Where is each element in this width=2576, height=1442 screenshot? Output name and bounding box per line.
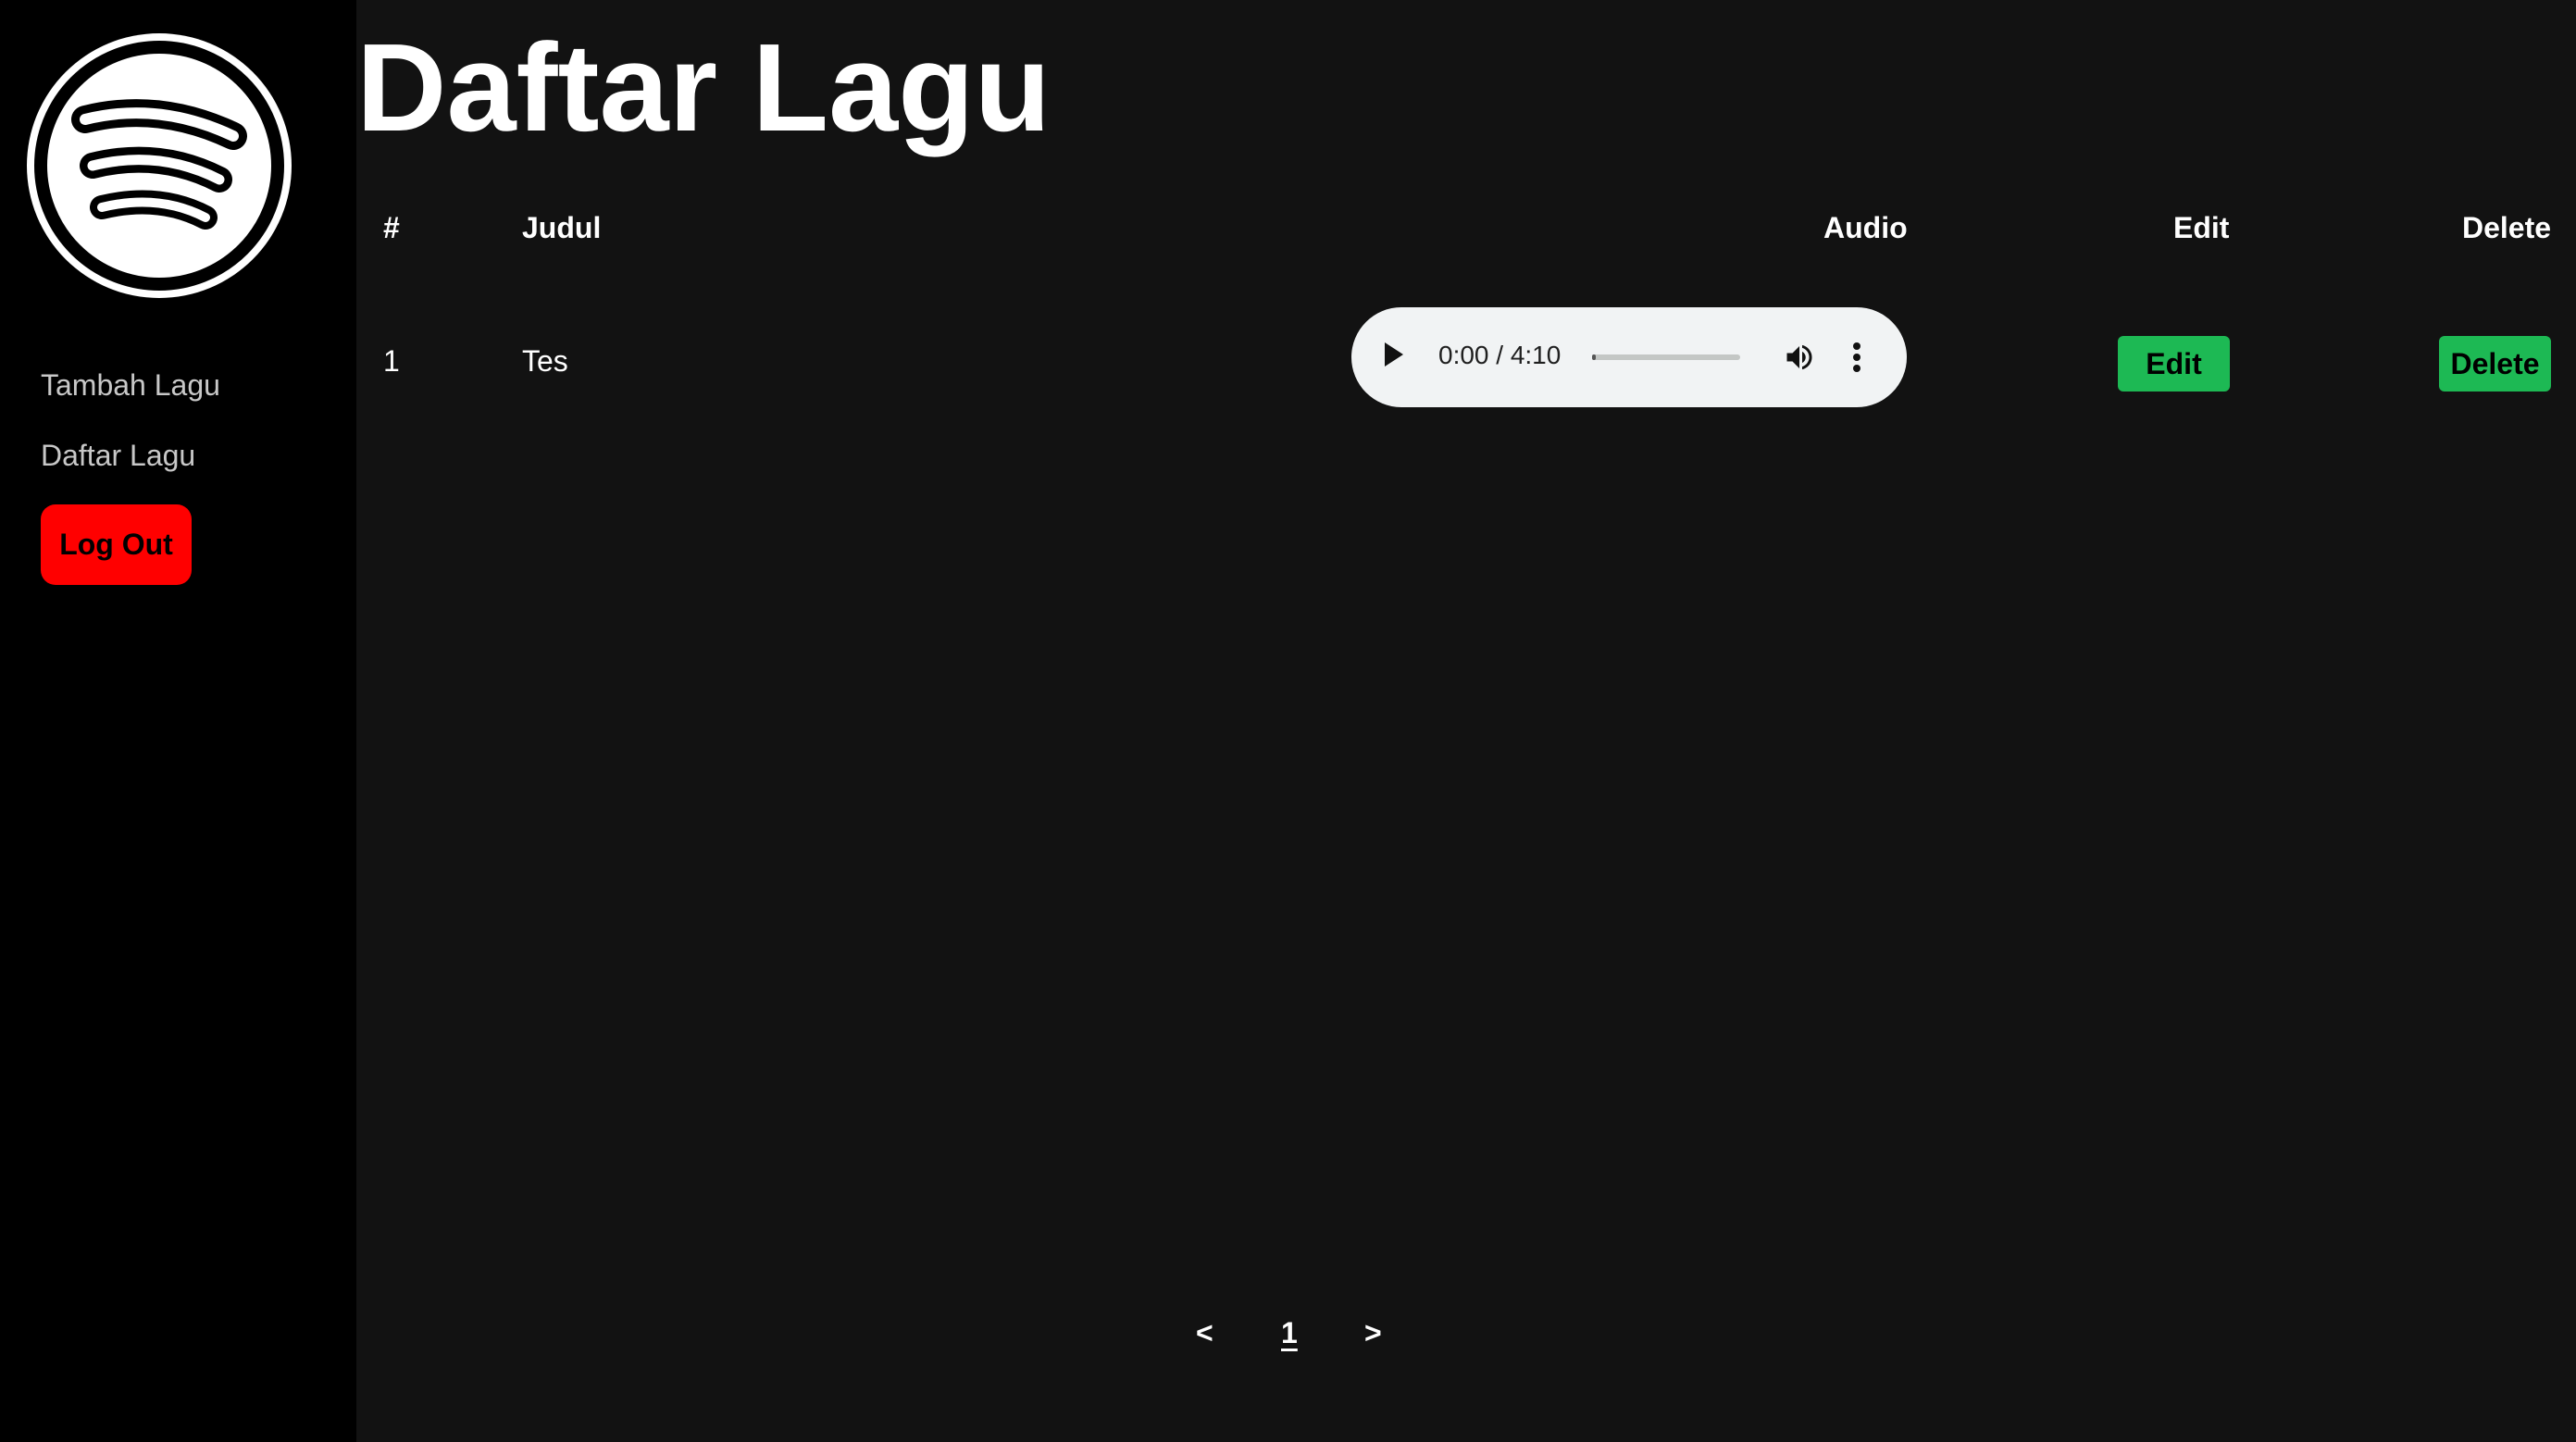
sidebar-item-daftar-lagu[interactable]: Daftar Lagu [41,439,195,473]
pagination-page-1[interactable]: 1 [1281,1316,1298,1350]
audio-seek-slider[interactable] [1592,354,1740,360]
delete-button[interactable]: Delete [2439,336,2551,392]
header-title: Judul [522,211,602,244]
audio-time: 0:00 / 4:10 [1438,341,1562,369]
more-vert-icon[interactable] [1851,339,1862,376]
audio-player[interactable]: 0:00 / 4:10 [1351,307,1907,407]
sidebar: Tambah Lagu Daftar Lagu Log Out [0,0,356,1442]
pagination-prev[interactable]: < [1196,1316,1213,1350]
spotify-logo-icon[interactable] [20,27,298,305]
header-number: # [383,211,400,244]
header-audio: Audio [1823,211,1908,244]
sidebar-item-tambah-lagu[interactable]: Tambah Lagu [41,368,220,403]
header-edit: Edit [2173,211,2230,244]
audio-progress-fill [1592,354,1596,360]
row-number: 1 [383,344,400,378]
edit-button[interactable]: Edit [2118,336,2230,392]
row-title: Tes [522,344,568,378]
volume-icon[interactable] [1783,341,1816,374]
page-title: Daftar Lagu [356,18,1052,157]
pagination-next[interactable]: > [1364,1316,1382,1350]
play-icon[interactable] [1385,342,1403,367]
logout-button[interactable]: Log Out [41,504,192,585]
header-delete: Delete [2462,211,2552,244]
app: Tambah Lagu Daftar Lagu Log Out Daftar L… [0,0,2576,1442]
